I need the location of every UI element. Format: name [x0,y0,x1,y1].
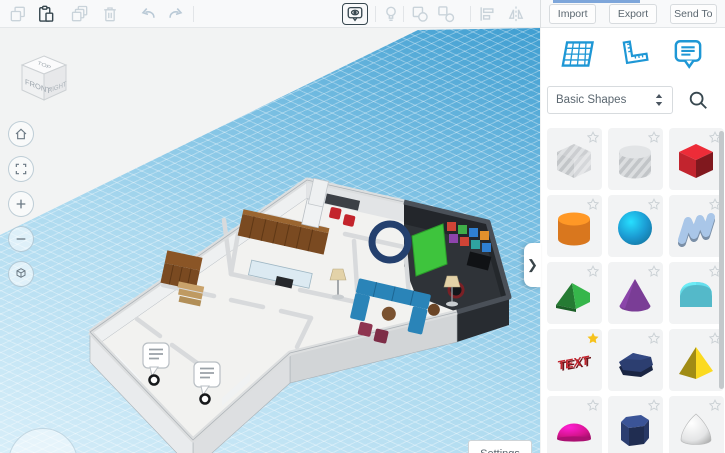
shape-glyph: TEXT TEXT [556,353,593,374]
shape-glyph [679,144,713,178]
shape-scribble[interactable] [669,195,724,257]
panel-header: Import Export Send To [540,0,725,28]
group-icon[interactable] [410,4,430,24]
shape-cylinder-transparent-[interactable] [608,128,663,190]
favorite-star-icon[interactable] [587,265,599,277]
shape-glyph [618,211,652,245]
favorite-star-icon[interactable] [648,399,660,411]
import-button[interactable]: Import [549,4,597,24]
comment-view-tool[interactable] [342,3,368,25]
zoom-in-button[interactable] [8,191,34,217]
canvas-toolbar [0,0,540,28]
shape-glyph [556,283,590,312]
workplane-tool-icon[interactable] [561,37,595,71]
shape-category-select[interactable]: Basic Shapes [547,86,673,114]
favorite-star-icon[interactable] [648,131,660,143]
favorite-star-icon[interactable] [709,399,721,411]
favorite-star-icon[interactable] [648,198,660,210]
shape-box[interactable] [669,128,724,190]
shape-glyph [680,282,712,307]
notes-tool-icon[interactable] [671,37,705,71]
copy-icon[interactable] [8,4,28,24]
shape-box-transparent-[interactable] [547,128,602,190]
favorite-star-icon[interactable] [587,399,599,411]
tinkercad-editor: Import Export Send To TOP FRONT RIGHT ❯ … [0,0,725,453]
align-icon[interactable] [477,4,497,24]
shape-glyph [558,212,590,246]
svg-text:TEXT: TEXT [556,353,591,373]
toolbar-divider [470,6,471,22]
toolbar-divider [403,6,404,22]
favorite-star-icon[interactable] [587,198,599,210]
shape-sphere[interactable] [608,195,663,257]
panel-collapse-tab[interactable]: ❯ [524,243,541,287]
top-blue-strip [553,0,640,3]
house-model[interactable] [0,28,540,453]
shape-glyph [621,415,649,446]
ungroup-icon[interactable] [436,4,456,24]
shape-cylinder[interactable] [547,195,602,257]
toolbar-divider [193,6,194,22]
undo-icon[interactable] [138,4,158,24]
shapes-grid: TEXT TEXT [541,120,725,453]
show-hidden-bulb-icon[interactable] [381,4,401,24]
shape-round-roof[interactable] [669,262,724,324]
favorite-star-icon[interactable] [587,332,599,344]
shape-paraboloid[interactable] [669,396,724,453]
home-view-button[interactable] [8,121,34,147]
shape-polygon[interactable] [608,329,663,391]
shape-glyph [678,213,715,247]
shapes-panel: Basic Shapes TEXT TEXT [541,28,725,453]
shape-prism[interactable] [608,396,663,453]
favorite-star-icon[interactable] [587,131,599,143]
shape-glyph [619,353,653,377]
viewport-3d[interactable]: TOP FRONT RIGHT Settings [0,28,540,453]
favorite-star-icon[interactable] [648,332,660,344]
panel-filter-row: Basic Shapes [541,80,725,120]
paste-icon[interactable] [36,4,56,24]
ruler-tool-icon[interactable] [616,37,650,71]
shape-glyph [557,144,591,178]
shape-glyph [680,413,712,445]
toolbar-divider [375,6,376,22]
shape-glyph [619,279,651,312]
panel-scrollbar[interactable] [719,131,724,389]
select-arrows-icon [655,94,663,106]
top-toolbar: Import Export Send To [0,0,725,28]
shape-glyph [619,145,651,179]
shape-glyph [679,347,713,379]
search-button[interactable] [683,85,713,115]
fit-view-button[interactable] [8,156,34,182]
shape-half-sphere[interactable] [547,396,602,453]
shape-roof[interactable] [547,262,602,324]
shape-pyramid[interactable] [669,329,724,391]
send-to-button[interactable]: Send To [669,4,717,24]
delete-icon[interactable] [100,4,120,24]
perspective-toggle-button[interactable] [8,261,34,287]
export-button[interactable]: Export [609,4,657,24]
shape-text[interactable]: TEXT TEXT [547,329,602,391]
shape-glyph [557,423,591,442]
shape-cone[interactable] [608,262,663,324]
favorite-star-icon[interactable] [648,265,660,277]
panel-tools-row [541,28,725,80]
mirror-icon[interactable] [506,4,526,24]
zoom-out-button[interactable] [8,226,34,252]
duplicate-icon[interactable] [70,4,90,24]
view-cube[interactable]: TOP FRONT RIGHT [12,50,76,114]
redo-icon[interactable] [166,4,186,24]
shape-category-value: Basic Shapes [556,94,627,106]
grid-settings-button[interactable]: Settings [468,440,532,453]
search-icon [689,91,707,109]
